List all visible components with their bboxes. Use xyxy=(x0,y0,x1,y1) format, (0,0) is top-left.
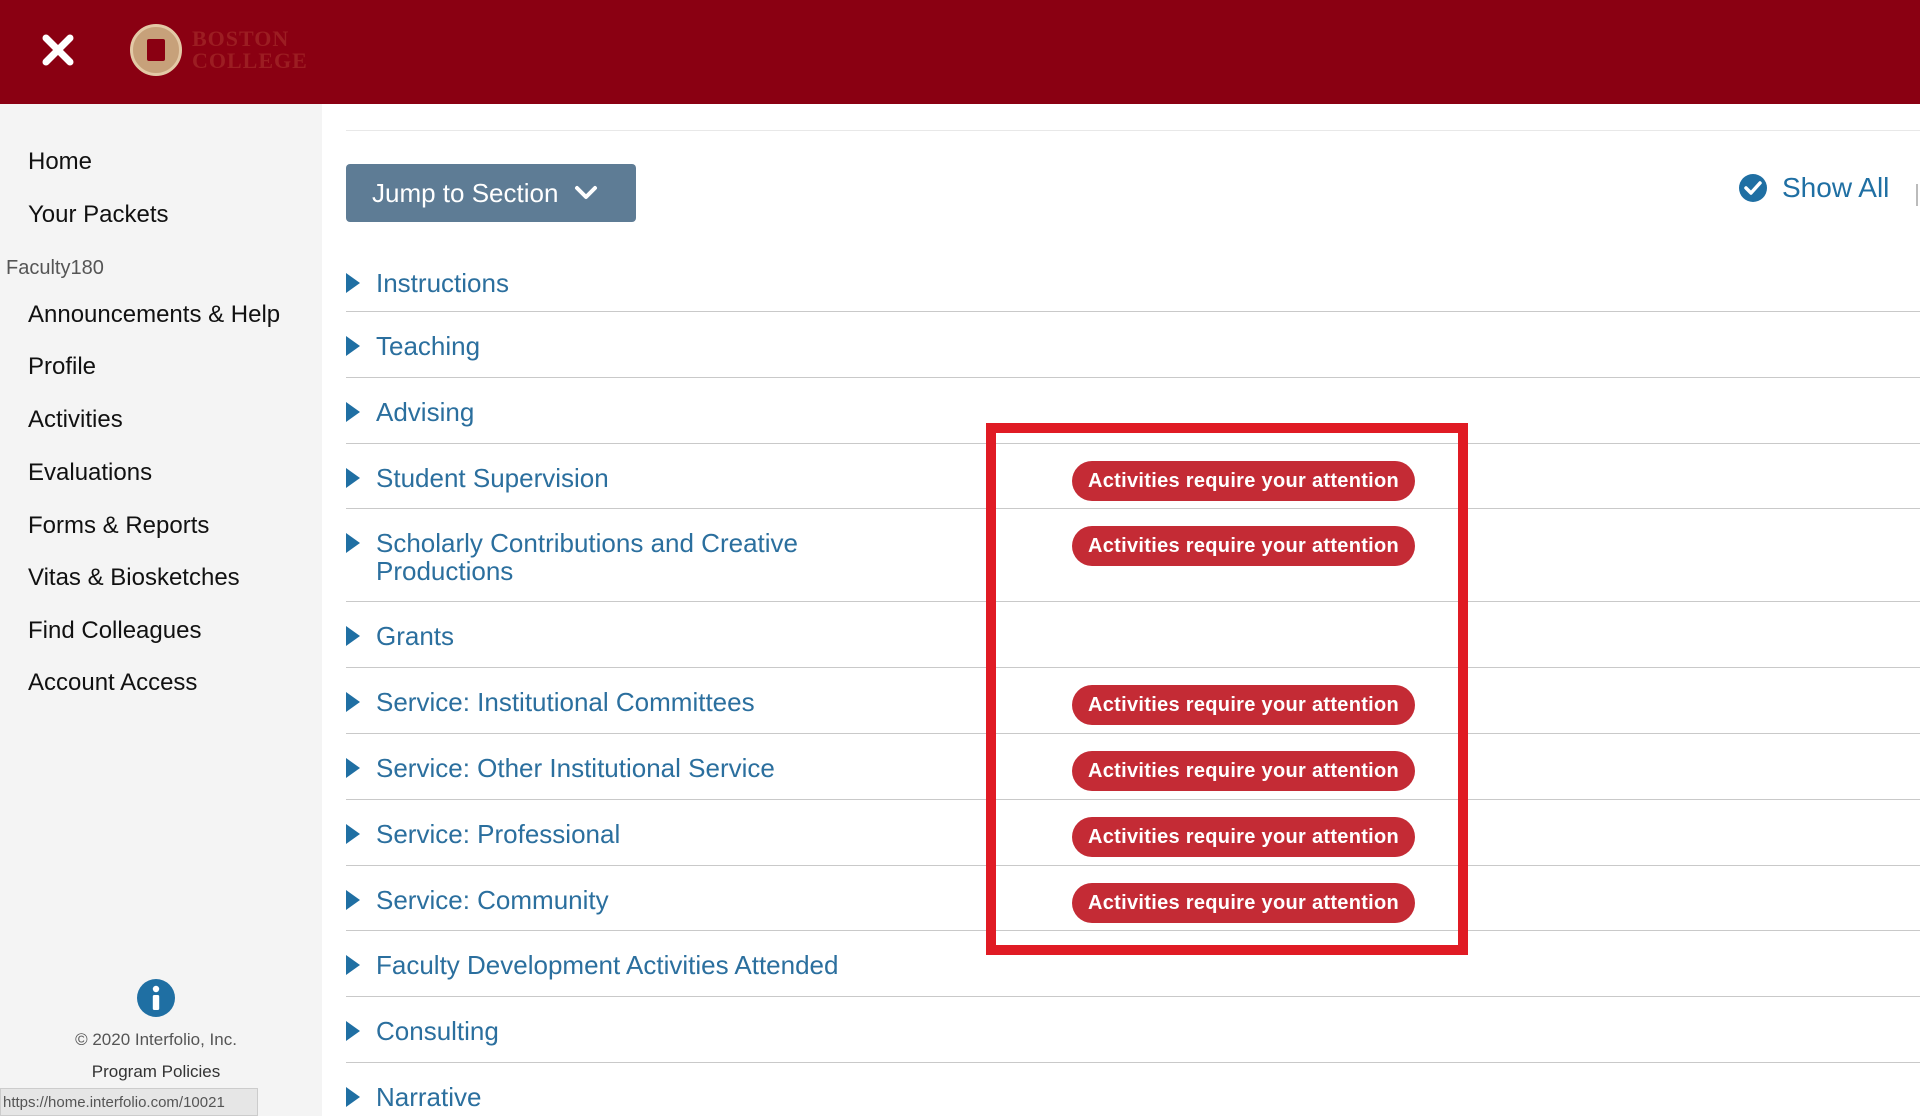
toolbar-divider xyxy=(1916,184,1918,206)
sidebar: Home Your Packets Faculty180 Announcemen… xyxy=(0,104,322,1116)
attention-highlight-box xyxy=(986,423,1468,955)
section-label: Advising xyxy=(376,397,475,427)
show-all-label: Show All xyxy=(1782,172,1890,203)
seal-icon xyxy=(130,24,182,76)
expand-triangle-icon xyxy=(346,402,360,422)
top-bar: BOSTON COLLEGE xyxy=(0,0,1920,104)
expand-triangle-icon xyxy=(346,468,360,488)
section-label: Faculty Development Activities Attended xyxy=(376,950,839,980)
show-all-toggle[interactable]: Show All xyxy=(1738,172,1889,204)
expand-triangle-icon xyxy=(346,1021,360,1041)
section-label: Scholarly Contributions and Creative Pro… xyxy=(376,528,798,586)
section-label: Service: Other Institutional Service xyxy=(376,753,775,783)
jump-to-section-button[interactable]: Jump to Section xyxy=(346,164,636,222)
section-label: Consulting xyxy=(376,1016,499,1046)
logo-line-1: BOSTON xyxy=(192,26,290,51)
sidebar-item-announcements[interactable]: Announcements & Help xyxy=(28,301,280,329)
expand-triangle-icon xyxy=(346,758,360,778)
sidebar-item-profile[interactable]: Profile xyxy=(28,353,96,381)
boston-college-logo[interactable]: BOSTON COLLEGE xyxy=(130,24,308,76)
jump-to-section-label: Jump to Section xyxy=(372,177,559,208)
check-circle-icon xyxy=(1739,174,1767,202)
section-narrative[interactable]: Narrative xyxy=(346,1063,1920,1116)
section-label: Service: Community xyxy=(376,885,609,915)
section-label: Student Supervision xyxy=(376,463,609,493)
section-label: Grants xyxy=(376,621,455,651)
divider xyxy=(346,130,1920,131)
section-instructions[interactable]: Instructions xyxy=(346,252,1920,312)
info-icon[interactable] xyxy=(136,978,176,1018)
chevron-down-icon xyxy=(575,186,598,199)
sidebar-item-vitas[interactable]: Vitas & Biosketches xyxy=(28,564,240,592)
section-label: Narrative xyxy=(376,1082,482,1112)
sidebar-item-activities[interactable]: Activities xyxy=(28,406,123,434)
section-label: Service: Institutional Committees xyxy=(376,687,755,717)
expand-triangle-icon xyxy=(346,1087,360,1107)
section-consulting[interactable]: Consulting xyxy=(346,997,1920,1063)
status-bar-url: https://home.interfolio.com/10021 xyxy=(0,1088,258,1116)
sidebar-item-forms-reports[interactable]: Forms & Reports xyxy=(28,512,209,540)
expand-triangle-icon xyxy=(346,890,360,910)
copyright-text: © 2020 Interfolio, Inc. xyxy=(75,1030,237,1049)
expand-triangle-icon xyxy=(346,824,360,844)
expand-triangle-icon xyxy=(346,336,360,356)
sidebar-section-label: Faculty180 xyxy=(6,257,104,279)
sidebar-item-your-packets[interactable]: Your Packets xyxy=(28,201,169,229)
sidebar-item-evaluations[interactable]: Evaluations xyxy=(28,459,152,487)
sidebar-item-find-colleagues[interactable]: Find Colleagues xyxy=(28,617,201,645)
sidebar-item-home[interactable]: Home xyxy=(28,148,92,176)
section-label: Teaching xyxy=(376,331,481,361)
logo-line-2: COLLEGE xyxy=(192,48,308,73)
section-label: Instructions xyxy=(376,268,509,298)
sidebar-item-account-access[interactable]: Account Access xyxy=(28,669,197,697)
close-icon[interactable] xyxy=(38,30,78,70)
program-policies-link[interactable]: Program Policies xyxy=(0,1062,312,1082)
expand-triangle-icon xyxy=(346,273,360,293)
expand-triangle-icon xyxy=(346,955,360,975)
section-teaching[interactable]: Teaching xyxy=(346,312,1920,378)
expand-triangle-icon xyxy=(346,692,360,712)
section-label: Service: Professional xyxy=(376,819,621,849)
expand-triangle-icon xyxy=(346,626,360,646)
